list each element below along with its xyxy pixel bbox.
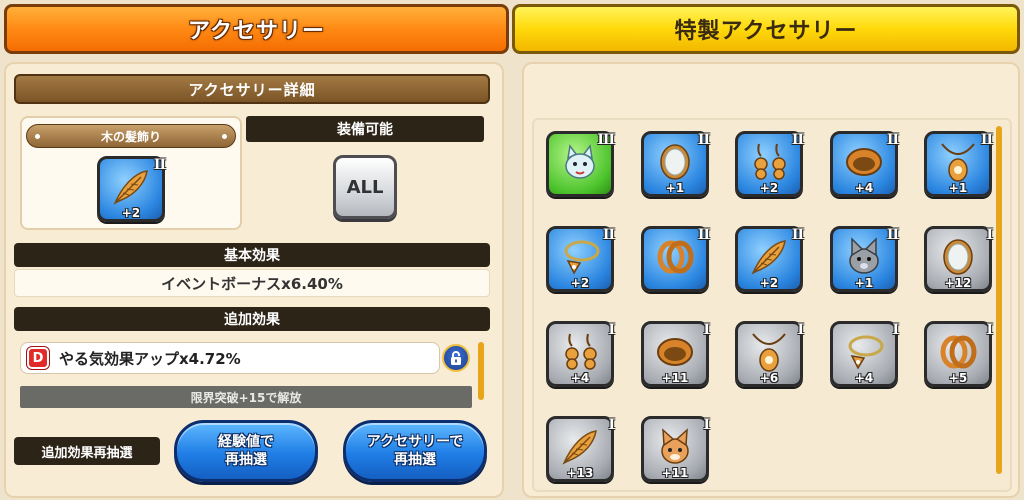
basic-effect-value: イベントボーナスx6.40% bbox=[14, 269, 490, 297]
item-name: 木の髪飾り bbox=[100, 129, 161, 144]
accessory-item[interactable]: II +1 bbox=[641, 131, 710, 197]
accessory-rank: I bbox=[703, 417, 709, 433]
rings-icon bbox=[657, 240, 694, 274]
accessory-plus: +4 bbox=[570, 371, 590, 385]
accessory-plus: +2 bbox=[759, 276, 779, 290]
accessory-rank: II bbox=[602, 227, 615, 243]
tab-special-accessory-label: 特製アクセサリー bbox=[674, 19, 858, 44]
reroll-acc-line1: アクセサリーで bbox=[366, 434, 464, 450]
mirror-icon bbox=[943, 239, 973, 275]
accessory-item[interactable]: I +12 bbox=[924, 226, 993, 292]
accessory-plus: +6 bbox=[759, 371, 779, 385]
accessory-rank: II bbox=[886, 132, 899, 148]
accessory-plus: +12 bbox=[944, 276, 972, 290]
item-name-plate: 木の髪飾り bbox=[26, 124, 236, 148]
reroll-exp-line2: 再抽選 bbox=[225, 452, 267, 468]
accessory-item[interactable]: II +1 bbox=[830, 226, 899, 292]
tab-accessory[interactable]: アクセサリー bbox=[4, 4, 509, 54]
accessory-plus: +1 bbox=[948, 181, 968, 195]
pendant-icon bbox=[941, 143, 975, 182]
grid-scrollbar[interactable] bbox=[996, 126, 1002, 474]
item-plus: +2 bbox=[121, 206, 141, 220]
accessory-plus: +5 bbox=[948, 371, 968, 385]
leaf-icon bbox=[751, 240, 786, 275]
accessory-plus: +1 bbox=[665, 181, 685, 195]
necklace-icon bbox=[564, 240, 600, 275]
basic-effect-header: 基本効果 bbox=[14, 243, 490, 267]
accessory-item[interactable]: II +4 bbox=[830, 131, 899, 197]
reroll-with-accessory-button[interactable]: アクセサリーで 再抽選 bbox=[343, 420, 487, 482]
accessory-rank: I bbox=[608, 322, 614, 338]
equip-all-badge: ALL bbox=[333, 155, 397, 219]
cat-icon bbox=[565, 144, 595, 179]
reroll-acc-line2: 再抽選 bbox=[394, 452, 436, 468]
accessory-rank: I bbox=[703, 322, 709, 338]
plate-pin-left bbox=[35, 134, 40, 139]
accessory-rank: III bbox=[597, 132, 615, 148]
accessory-item[interactable]: III bbox=[546, 131, 615, 197]
extra-effect-header: 追加効果 bbox=[14, 307, 490, 331]
rings-icon bbox=[940, 335, 977, 369]
equip-header: 装備可能 bbox=[246, 116, 484, 142]
accessory-item[interactable]: II bbox=[641, 226, 710, 292]
accessory-item[interactable]: I +11 bbox=[641, 416, 710, 482]
accessory-rank: I bbox=[892, 322, 898, 338]
accessory-rank: I bbox=[986, 322, 992, 338]
lock-icon bbox=[451, 351, 461, 365]
reroll-label: 追加効果再抽選 bbox=[14, 437, 160, 465]
wolf-icon bbox=[849, 237, 879, 274]
earrings-icon bbox=[754, 143, 786, 180]
plate-pin-right bbox=[222, 134, 227, 139]
accessory-item[interactable]: II +2 bbox=[546, 226, 615, 292]
accessory-item[interactable]: I +11 bbox=[641, 321, 710, 387]
detail-header: アクセサリー詳細 bbox=[14, 74, 490, 104]
mirror-icon bbox=[660, 144, 690, 180]
accessory-rank: I bbox=[797, 322, 803, 338]
grade-badge: D bbox=[27, 347, 49, 369]
accessory-item[interactable]: I +6 bbox=[735, 321, 804, 387]
accessory-item[interactable]: II +2 bbox=[735, 226, 804, 292]
accessory-plus: +11 bbox=[661, 371, 689, 385]
item-rank: II bbox=[153, 157, 166, 173]
bracelet-icon bbox=[657, 338, 693, 366]
selected-item-icon[interactable]: II +2 bbox=[97, 156, 166, 222]
accessory-plus: +11 bbox=[661, 466, 689, 480]
tab-accessory-label: アクセサリー bbox=[188, 19, 325, 44]
leaf-icon bbox=[562, 430, 597, 465]
accessory-plus: +13 bbox=[566, 466, 594, 480]
pendant-icon bbox=[752, 333, 786, 372]
accessory-rank: II bbox=[980, 132, 993, 148]
accessory-item[interactable]: II +2 bbox=[735, 131, 804, 197]
reroll-with-exp-button[interactable]: 経験値で 再抽選 bbox=[174, 420, 318, 482]
lock-button[interactable] bbox=[442, 344, 470, 372]
effect-scrollbar[interactable] bbox=[478, 342, 484, 400]
accessory-rank: II bbox=[697, 227, 710, 243]
accessory-item[interactable]: I +13 bbox=[546, 416, 615, 482]
accessory-item[interactable]: II +1 bbox=[924, 131, 993, 197]
necklace-icon bbox=[848, 335, 884, 370]
accessory-rank: II bbox=[791, 227, 804, 243]
accessory-plus: +4 bbox=[854, 181, 874, 195]
accessory-item[interactable]: I +4 bbox=[546, 321, 615, 387]
locked-effect-slot: 限界突破+15で解放 bbox=[20, 386, 472, 408]
accessory-rank: II bbox=[886, 227, 899, 243]
accessory-plus: +4 bbox=[854, 371, 874, 385]
accessory-plus: +2 bbox=[759, 181, 779, 195]
bracelet-icon bbox=[846, 148, 882, 176]
leaf-icon bbox=[113, 170, 148, 205]
accessory-item[interactable]: I +5 bbox=[924, 321, 993, 387]
accessory-plus: +2 bbox=[570, 276, 590, 290]
reroll-exp-line1: 経験値で bbox=[218, 434, 274, 450]
fox-icon bbox=[661, 428, 689, 464]
accessory-rank: I bbox=[986, 227, 992, 243]
extra-effect-value: やる気効果アップx4.72% bbox=[59, 349, 241, 368]
extra-effect-row: D やる気効果アップx4.72% bbox=[20, 342, 440, 374]
tab-special-accessory[interactable]: 特製アクセサリー bbox=[512, 4, 1020, 54]
accessory-rank: II bbox=[697, 132, 710, 148]
accessory-rank: II bbox=[791, 132, 804, 148]
accessory-item[interactable]: I +4 bbox=[830, 321, 899, 387]
earrings-icon bbox=[565, 333, 597, 370]
accessory-plus: +1 bbox=[854, 276, 874, 290]
accessory-rank: I bbox=[608, 417, 614, 433]
